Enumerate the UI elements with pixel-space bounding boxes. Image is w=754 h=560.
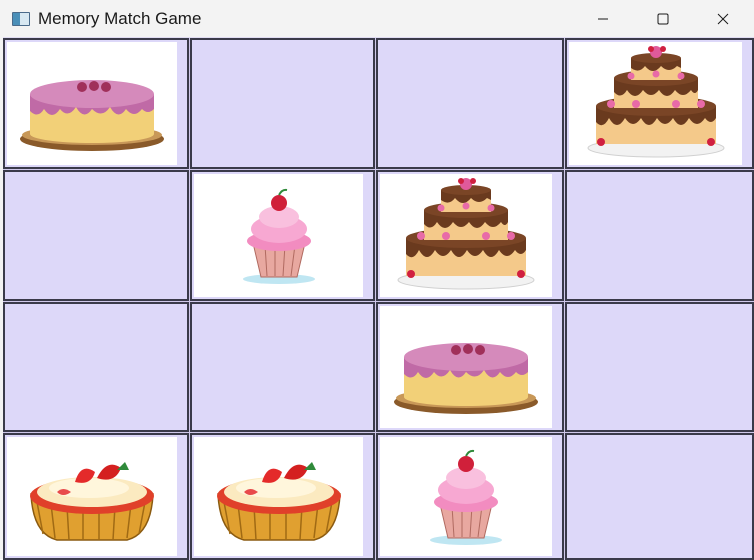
close-icon (717, 13, 729, 24)
close-button[interactable] (694, 0, 752, 37)
minimize-icon (598, 18, 608, 19)
card-grid (3, 37, 754, 560)
memory-card-revealed[interactable] (3, 433, 189, 560)
maximize-button[interactable] (634, 0, 692, 37)
maximize-icon (657, 13, 669, 24)
app-window: Memory Match Game (0, 0, 754, 560)
memory-card-revealed[interactable] (376, 170, 564, 301)
pink-cake-image (380, 306, 552, 428)
memory-card-hidden[interactable] (565, 433, 754, 560)
memory-card-hidden[interactable] (376, 38, 564, 169)
memory-card-revealed[interactable] (376, 433, 564, 560)
cupcake-image (380, 437, 552, 556)
memory-card-hidden[interactable] (3, 170, 189, 301)
memory-card-revealed[interactable] (190, 170, 375, 301)
title-bar[interactable]: Memory Match Game (0, 0, 754, 37)
chocolate-tier-cake-image (569, 42, 742, 165)
memory-card-hidden[interactable] (190, 38, 375, 169)
pink-cake-image (7, 42, 177, 165)
memory-card-revealed[interactable] (3, 38, 189, 169)
app-icon (12, 11, 30, 26)
strawberry-tart-image (194, 437, 363, 556)
memory-card-revealed[interactable] (376, 302, 564, 432)
cupcake-image (194, 174, 363, 297)
memory-card-hidden[interactable] (565, 170, 754, 301)
memory-card-revealed[interactable] (565, 38, 754, 169)
memory-card-hidden[interactable] (3, 302, 189, 432)
memory-card-hidden[interactable] (190, 302, 375, 432)
memory-card-hidden[interactable] (565, 302, 754, 432)
chocolate-tier-cake-image (380, 174, 552, 297)
minimize-button[interactable] (574, 0, 632, 37)
strawberry-tart-image (7, 437, 177, 556)
memory-card-revealed[interactable] (190, 433, 375, 560)
window-title: Memory Match Game (38, 8, 202, 28)
